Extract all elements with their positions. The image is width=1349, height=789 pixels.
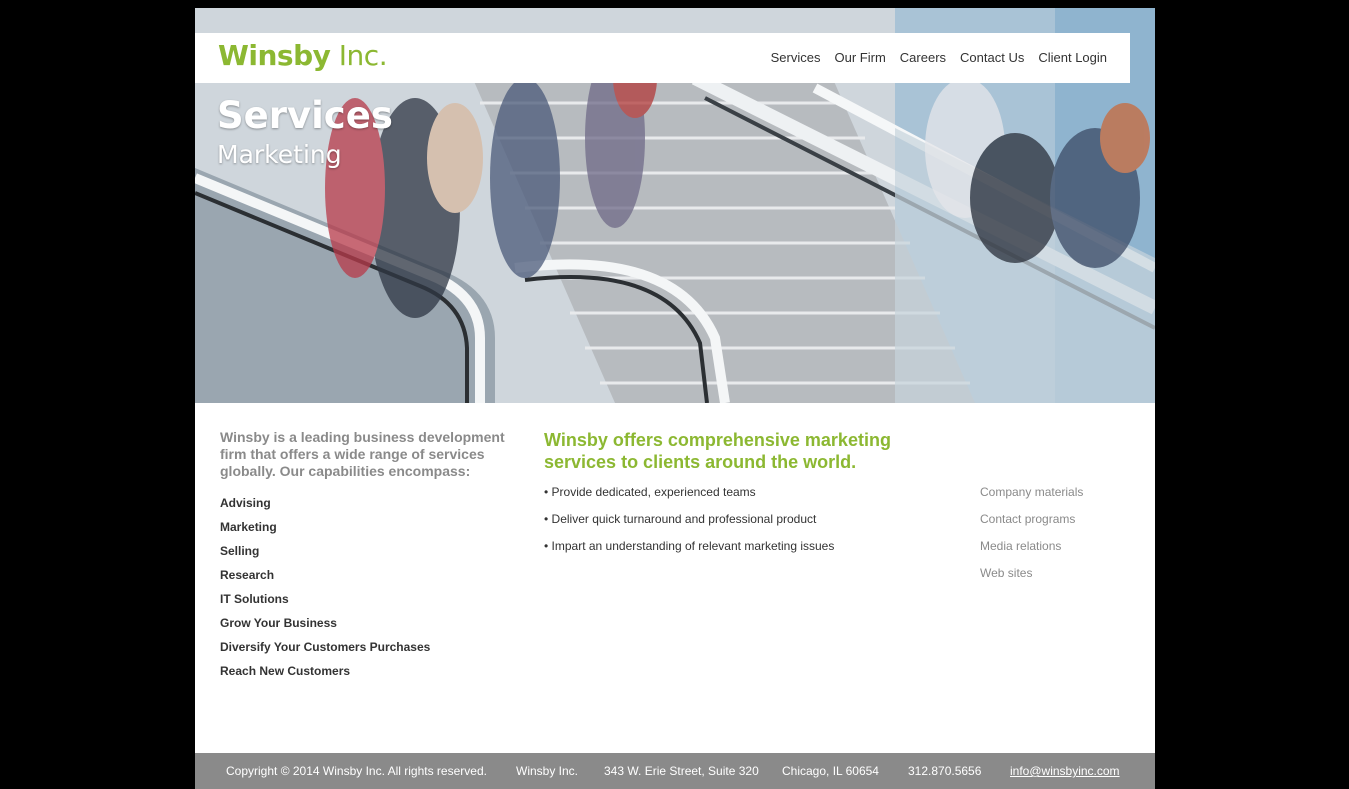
main-nav: Services Our Firm Careers Contact Us Cli… bbox=[771, 50, 1107, 65]
footer: Copyright © 2014 Winsby Inc. All rights … bbox=[195, 753, 1155, 789]
bullet-item: • Provide dedicated, experienced teams bbox=[544, 485, 756, 499]
footer-company: Winsby Inc. bbox=[516, 764, 579, 778]
nav-item-our-firm[interactable]: Our Firm bbox=[835, 50, 886, 65]
nav-item-services[interactable]: Services bbox=[771, 50, 821, 65]
nav-item-client-login[interactable]: Client Login bbox=[1038, 50, 1107, 65]
capability-marketing[interactable]: Marketing bbox=[220, 519, 520, 543]
footer-city: Chicago, IL 60654 bbox=[782, 764, 879, 778]
side-link-media-relations[interactable]: Media relations bbox=[980, 538, 1140, 565]
capability-selling[interactable]: Selling bbox=[220, 543, 520, 567]
bullet-item: • Impart an understanding of relevant ma… bbox=[544, 539, 835, 553]
hero-subtitle: Marketing bbox=[217, 140, 342, 169]
capability-advising[interactable]: Advising bbox=[220, 495, 520, 519]
footer-copyright: Copyright © 2014 Winsby Inc. All rights … bbox=[226, 764, 487, 778]
footer-address: 343 W. Erie Street, Suite 320 bbox=[604, 764, 759, 778]
nav-item-contact-us[interactable]: Contact Us bbox=[960, 50, 1024, 65]
header-bar: Winsby Inc. Services Our Firm Careers Co… bbox=[195, 33, 1130, 83]
capability-reach-new-customers[interactable]: Reach New Customers bbox=[220, 663, 520, 687]
side-link-company-materials[interactable]: Company materials bbox=[980, 484, 1140, 511]
hero-banner: Winsby Inc. Services Our Firm Careers Co… bbox=[195, 8, 1155, 403]
capabilities-list: Advising Marketing Selling Research IT S… bbox=[220, 495, 520, 687]
footer-phone: 312.870.5656 bbox=[908, 764, 982, 778]
footer-email-link[interactable]: info@winsbyinc.com bbox=[1010, 764, 1120, 778]
logo-name: Winsby bbox=[218, 39, 331, 72]
logo-suffix: Inc. bbox=[330, 39, 388, 72]
capability-research[interactable]: Research bbox=[220, 567, 520, 591]
capability-diversify-purchases[interactable]: Diversify Your Customers Purchases bbox=[220, 639, 520, 663]
service-bullets: • Provide dedicated, experienced teams •… bbox=[544, 484, 944, 565]
side-link-contact-programs[interactable]: Contact programs bbox=[980, 511, 1140, 538]
hero-title: Services bbox=[217, 94, 393, 137]
side-links: Company materials Contact programs Media… bbox=[980, 484, 1140, 592]
capability-grow-your-business[interactable]: Grow Your Business bbox=[220, 615, 520, 639]
page-container: Winsby Inc. Services Our Firm Careers Co… bbox=[195, 8, 1155, 789]
intro-text: Winsby is a leading business development… bbox=[220, 429, 505, 479]
section-headline: Winsby offers comprehensive marketing se… bbox=[544, 430, 891, 472]
capability-it-solutions[interactable]: IT Solutions bbox=[220, 591, 520, 615]
bullet-item: • Deliver quick turnaround and professio… bbox=[544, 512, 817, 526]
nav-item-careers[interactable]: Careers bbox=[900, 50, 946, 65]
side-link-web-sites[interactable]: Web sites bbox=[980, 565, 1140, 592]
logo[interactable]: Winsby Inc. bbox=[218, 39, 388, 72]
